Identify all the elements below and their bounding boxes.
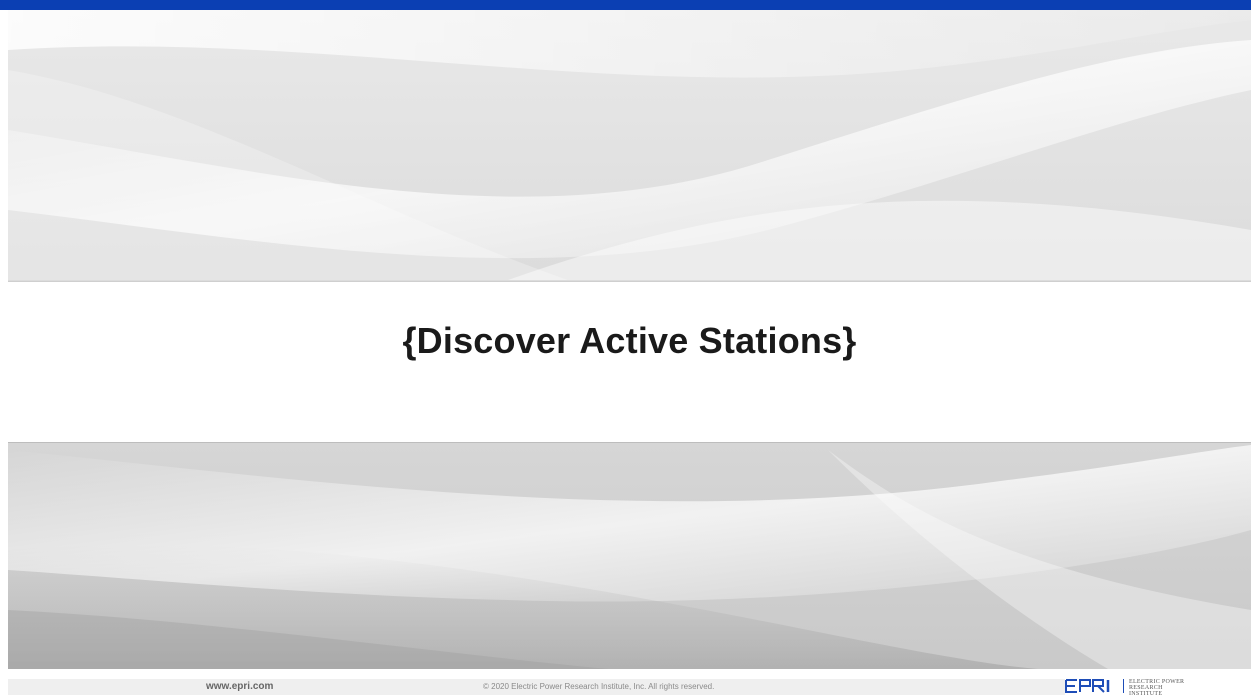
footer-url[interactable]: www.epri.com: [206, 681, 273, 692]
top-accent-bar: [0, 0, 1251, 10]
epri-wordmark-icon: [1065, 679, 1110, 693]
logo-tagline-line2: RESEARCH INSTITUTE: [1129, 685, 1163, 697]
logo-tagline: ELECTRIC POWER RESEARCH INSTITUTE: [1129, 679, 1189, 697]
slide-background: {Discover Active Stations}: [8, 10, 1251, 669]
epri-logo: ELECTRIC POWER RESEARCH INSTITUTE: [1065, 677, 1251, 697]
title-band: {Discover Active Stations}: [8, 281, 1251, 443]
footer-copyright: © 2020 Electric Power Research Institute…: [483, 682, 715, 691]
slide-title: {Discover Active Stations}: [402, 320, 857, 361]
logo-divider: [1123, 679, 1124, 693]
